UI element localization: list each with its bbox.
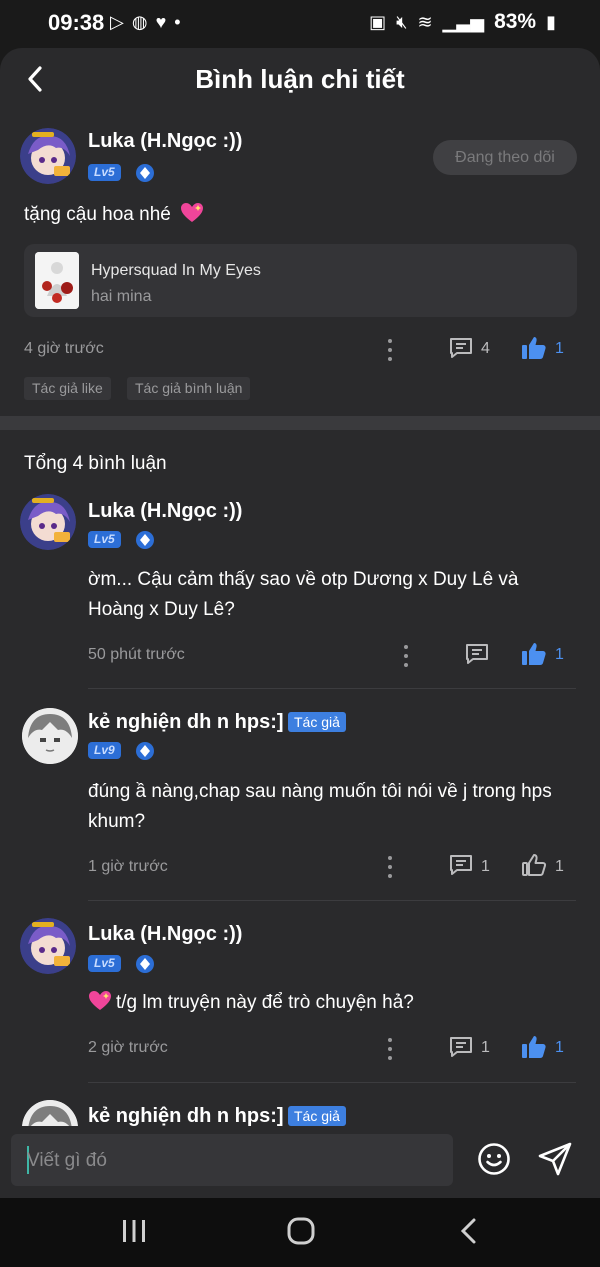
- gem-badge-icon: [136, 531, 154, 549]
- comment-timestamp: 50 phút trước: [88, 646, 185, 663]
- more-options-icon[interactable]: [386, 1038, 394, 1060]
- level-badge: Lv5: [88, 955, 121, 972]
- like-count: 1: [555, 646, 564, 663]
- more-options-icon[interactable]: [386, 339, 394, 361]
- author-liked-tag: Tác giả like: [24, 377, 111, 400]
- send-icon[interactable]: [537, 1141, 573, 1177]
- story-cover-thumbnail: [35, 252, 79, 309]
- battery-level: 83%: [494, 10, 537, 33]
- wifi-icon: ≋: [417, 11, 433, 32]
- linked-story-card[interactable]: Hypersquad In My Eyes hai mina: [24, 244, 577, 317]
- thumbs-up-outline-icon[interactable]: [521, 852, 547, 878]
- messenger-icon: ◍: [131, 12, 148, 32]
- like-count: 1: [555, 1039, 564, 1056]
- comment-text: đúng ầ nàng,chap sau nàng muốn tôi nói v…: [88, 781, 552, 832]
- comment-timestamp: 1 giờ trước: [88, 858, 168, 875]
- anime-avatar-icon: [20, 918, 76, 974]
- post-author-name[interactable]: Luka (H.Ngọc :)): [88, 130, 242, 153]
- comment-separator: [88, 1082, 576, 1083]
- thumbs-up-filled-icon[interactable]: [521, 1034, 547, 1060]
- chibi-avatar-icon: [22, 708, 78, 764]
- status-time: 09:38: [48, 10, 105, 35]
- comment-icon[interactable]: [448, 336, 474, 360]
- anime-avatar-icon: [20, 494, 76, 550]
- level-badge: Lv5: [88, 164, 121, 181]
- sparkling-heart-icon: [89, 991, 111, 1010]
- comment-input[interactable]: [25, 1134, 439, 1188]
- status-bar: 09:38 ▷ ◍ ♥ • ▣ 🔇︎ ≋ ▁▃▅ 83% ▮: [0, 0, 600, 48]
- battery-icon: ▮: [546, 11, 556, 32]
- post-timestamp: 4 giờ trước: [24, 340, 104, 357]
- author-commented-tag: Tác giả bình luận: [127, 377, 251, 400]
- level-badge: Lv9: [88, 742, 121, 759]
- sparkling-heart-icon: [181, 203, 204, 222]
- comment-author-name[interactable]: Luka (H.Ngọc :)): [88, 500, 242, 523]
- section-divider: [0, 416, 600, 430]
- more-options-icon[interactable]: [402, 645, 410, 667]
- reply-count: 4: [481, 340, 490, 357]
- author-tag: Tác giả: [288, 712, 346, 732]
- reply-count: 1: [481, 858, 490, 875]
- system-navigation-bar: [0, 1198, 600, 1267]
- level-badge: Lv5: [88, 531, 121, 548]
- emoji-icon[interactable]: [477, 1142, 511, 1176]
- like-count: 1: [555, 340, 564, 357]
- author-tag: Tác giả: [288, 1106, 346, 1126]
- back-nav-icon[interactable]: [458, 1217, 480, 1245]
- comment-author-name[interactable]: Luka (H.Ngọc :)): [88, 923, 242, 946]
- battery-saver-icon: ▣: [369, 11, 387, 32]
- gem-badge-icon: [136, 164, 154, 182]
- dot-icon: •: [174, 12, 181, 32]
- anime-avatar-icon: [20, 128, 76, 184]
- comment-timestamp: 2 giờ trước: [88, 1039, 168, 1056]
- like-count: 1: [555, 858, 564, 875]
- avatar[interactable]: [22, 708, 78, 764]
- home-icon[interactable]: [287, 1217, 315, 1245]
- story-title: Hypersquad In My Eyes: [91, 262, 261, 279]
- post-text: tặng cậu hoa nhé: [24, 202, 204, 226]
- comment-detail-screen: Bình luận chi tiết Luka (H.Ngọc :)) Lv5 …: [0, 48, 600, 1198]
- recent-apps-icon[interactable]: [120, 1218, 148, 1244]
- gem-badge-icon: [136, 742, 154, 760]
- signal-icon: ▁▃▅: [442, 11, 485, 32]
- avatar[interactable]: [20, 918, 76, 974]
- comment-text: ờm... Cậu cảm thấy sao về otp Dương x Du…: [88, 569, 519, 620]
- header: Bình luận chi tiết: [0, 48, 600, 112]
- more-options-icon[interactable]: [386, 856, 394, 878]
- comment-separator: [88, 900, 576, 901]
- page-title: Bình luận chi tiết: [195, 64, 405, 94]
- comment-icon[interactable]: [448, 853, 474, 877]
- comment-icon[interactable]: [448, 1035, 474, 1059]
- comment-input-box[interactable]: [11, 1134, 453, 1188]
- avatar[interactable]: [20, 128, 76, 184]
- avatar[interactable]: [20, 494, 76, 550]
- comment-text: t/g lm truyện này để trò chuyện hả?: [88, 988, 568, 1018]
- comment-author-name[interactable]: kẻ nghiện dh n hps:]: [88, 1105, 284, 1128]
- comment-author-name[interactable]: kẻ nghiện dh n hps:]: [88, 711, 284, 734]
- thumbs-up-filled-icon[interactable]: [521, 641, 547, 667]
- comment-separator: [88, 688, 576, 689]
- comments-total-label: Tổng 4 bình luận: [24, 453, 167, 474]
- thumbs-up-filled-icon[interactable]: [521, 335, 547, 361]
- play-store-icon: ▷: [110, 12, 124, 32]
- mute-icon: 🔇︎: [396, 11, 408, 32]
- reply-count: 1: [481, 1039, 490, 1056]
- comment-icon[interactable]: [464, 642, 490, 666]
- heart-app-icon: ♥: [155, 12, 167, 32]
- comment-input-bar: [0, 1126, 600, 1198]
- following-button[interactable]: Đang theo dõi: [433, 140, 577, 175]
- gem-badge-icon: [136, 955, 154, 973]
- story-author: hai mina: [91, 288, 152, 305]
